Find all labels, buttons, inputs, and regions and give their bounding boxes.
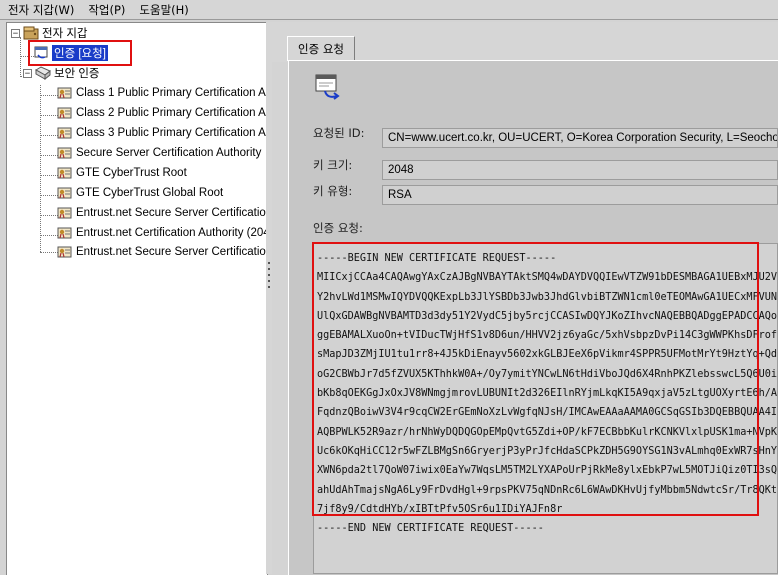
- tree-cert-item[interactable]: Entrust.net Secure Server Certification …: [57, 204, 268, 222]
- security-folder-icon: [35, 66, 51, 80]
- requested-id-label: 요청된 ID:: [313, 126, 365, 140]
- requested-id-field[interactable]: CN=www.ucert.co.kr, OU=UCERT, O=Korea Co…: [382, 128, 778, 148]
- splitter-grip: [268, 274, 270, 276]
- tree-cert-item[interactable]: Secure Server Certification Authority: [57, 144, 261, 162]
- tree-cert-label: Class 2 Public Primary Certification Aut…: [76, 107, 267, 119]
- highlight-box: [28, 40, 132, 66]
- menu-help[interactable]: 도움말(H): [139, 2, 188, 18]
- splitter-grip: [268, 262, 270, 264]
- certificate-icon: [57, 167, 72, 179]
- tree-cert-item[interactable]: Entrust.net Certification Authority (204…: [57, 224, 268, 242]
- wallet-tree: − 전자 지갑 인증 [요청] − 보안 인증 Class 1 Public P…: [6, 22, 268, 575]
- menu-bar: 전자 지갑(W) 작업(P) 도움말(H): [0, 0, 778, 20]
- tree-cert-item[interactable]: GTE CyberTrust Global Root: [57, 184, 223, 202]
- key-type-label: 키 유형:: [313, 184, 353, 198]
- certificate-icon: [57, 207, 72, 219]
- panel-splitter[interactable]: [266, 22, 272, 574]
- menu-wallet[interactable]: 전자 지갑(W): [8, 2, 74, 18]
- menu-action[interactable]: 작업(P): [88, 2, 125, 18]
- tree-cert-label: Entrust.net Secure Server Certification …: [76, 246, 268, 258]
- tree-cert-label: Class 3 Public Primary Certification Aut…: [76, 127, 267, 139]
- certificate-icon: [57, 107, 72, 119]
- tree-item-security-label: 보안 인증: [54, 68, 100, 80]
- key-size-label: 키 크기:: [313, 158, 353, 172]
- key-size-field[interactable]: 2048: [382, 160, 778, 180]
- tree-cert-item[interactable]: GTE CyberTrust Root: [57, 164, 187, 182]
- certificate-icon: [57, 246, 72, 258]
- splitter-grip: [268, 286, 270, 288]
- tree-cert-item[interactable]: Class 2 Public Primary Certification Aut…: [57, 104, 267, 122]
- collapse-toggle[interactable]: −: [23, 68, 32, 78]
- tree-root-label: 전자 지갑: [42, 28, 88, 40]
- certificate-icon: [57, 127, 72, 139]
- wallet-icon: [23, 26, 39, 40]
- highlight-box: [312, 242, 759, 516]
- splitter-grip: [268, 268, 270, 270]
- tree-cert-item[interactable]: Entrust.net Secure Server Certification …: [57, 243, 268, 261]
- tab-cert-request[interactable]: 인증 요청: [287, 36, 355, 61]
- tree-cert-item[interactable]: Class 1 Public Primary Certification Aut…: [57, 84, 267, 102]
- certificate-icon: [57, 147, 72, 159]
- tree-cert-item[interactable]: Class 3 Public Primary Certification Aut…: [57, 124, 267, 142]
- tree-cert-label: Secure Server Certification Authority: [76, 147, 262, 159]
- tree-cert-label: GTE CyberTrust Root: [76, 167, 187, 179]
- tree-item-security[interactable]: − 보안 인증: [23, 64, 100, 82]
- collapse-toggle[interactable]: −: [11, 28, 20, 38]
- tree-cert-label: GTE CyberTrust Global Root: [76, 187, 224, 199]
- certificate-icon: [57, 187, 72, 199]
- splitter-grip: [268, 280, 270, 282]
- request-doc-icon: [315, 74, 340, 100]
- tree-cert-label: Class 1 Public Primary Certification Aut…: [76, 87, 267, 99]
- tree-cert-label: Entrust.net Certification Authority (204…: [76, 227, 268, 239]
- cert-request-label: 인증 요청:: [313, 221, 363, 235]
- key-type-field[interactable]: RSA: [382, 185, 778, 205]
- certificate-icon: [57, 227, 72, 239]
- tree-cert-label: Entrust.net Secure Server Certification …: [76, 207, 268, 219]
- certificate-icon: [57, 87, 72, 99]
